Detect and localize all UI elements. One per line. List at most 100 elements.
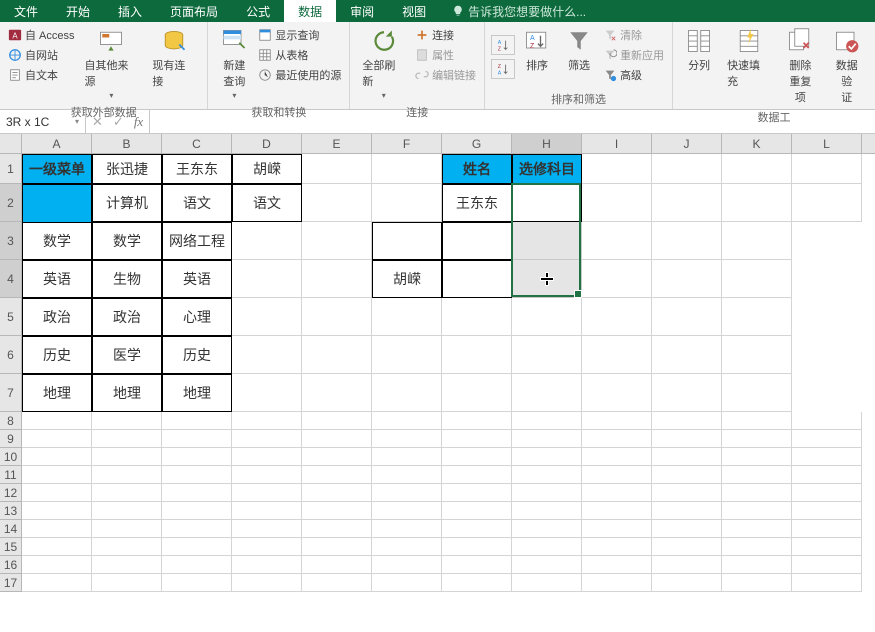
cell-I6[interactable] (512, 336, 582, 374)
cell-K15[interactable] (722, 538, 792, 556)
cell-B10[interactable] (92, 448, 162, 466)
cell-H1[interactable]: 选修科目 (512, 154, 582, 184)
row-header-1[interactable]: 1 (0, 154, 22, 184)
cell-K7[interactable] (652, 374, 722, 412)
cell-A15[interactable] (22, 538, 92, 556)
row-header-6[interactable]: 6 (0, 336, 22, 374)
cell-F12[interactable] (372, 484, 442, 502)
cell-K8[interactable] (722, 412, 792, 430)
cell-E9[interactable] (302, 430, 372, 448)
column-header-C[interactable]: C (162, 134, 232, 153)
cell-C16[interactable] (162, 556, 232, 574)
cell-E16[interactable] (302, 556, 372, 574)
cell-L11[interactable] (792, 466, 862, 484)
cell-F14[interactable] (372, 520, 442, 538)
cell-K5[interactable] (652, 298, 722, 336)
cell-J17[interactable] (652, 574, 722, 592)
cell-I17[interactable] (582, 574, 652, 592)
cell-D12[interactable] (232, 484, 302, 502)
cell-I2[interactable] (582, 184, 652, 222)
cell-D10[interactable] (232, 448, 302, 466)
column-header-K[interactable]: K (722, 134, 792, 153)
cell-H14[interactable] (512, 520, 582, 538)
tab-review[interactable]: 审阅 (336, 0, 388, 22)
cell-E3[interactable] (232, 222, 302, 260)
cell-I9[interactable] (582, 430, 652, 448)
cell-L16[interactable] (792, 556, 862, 574)
cell-B16[interactable] (92, 556, 162, 574)
cell-B15[interactable] (92, 538, 162, 556)
cell-G5[interactable] (372, 298, 442, 336)
cell-D16[interactable] (232, 556, 302, 574)
cell-D9[interactable] (232, 430, 302, 448)
cell-F5[interactable] (302, 298, 372, 336)
cell-J12[interactable] (652, 484, 722, 502)
cell-J9[interactable] (652, 430, 722, 448)
cell-C3[interactable]: 数学 (92, 222, 162, 260)
cell-C6[interactable]: 医学 (92, 336, 162, 374)
cell-H15[interactable] (512, 538, 582, 556)
cell-H11[interactable] (512, 466, 582, 484)
data-validation-button[interactable]: 数据验 证 (825, 25, 869, 107)
enter-formula-button[interactable]: ✓ (113, 114, 124, 130)
cell-H10[interactable] (512, 448, 582, 466)
cell-F10[interactable] (372, 448, 442, 466)
cell-F15[interactable] (372, 538, 442, 556)
cell-E6[interactable] (232, 336, 302, 374)
cell-L8[interactable] (792, 412, 862, 430)
cell-J1[interactable] (652, 154, 722, 184)
cell-I12[interactable] (582, 484, 652, 502)
cell-B13[interactable] (92, 502, 162, 520)
cell-G8[interactable] (442, 412, 512, 430)
cell-E8[interactable] (302, 412, 372, 430)
cell-G10[interactable] (442, 448, 512, 466)
cell-A16[interactable] (22, 556, 92, 574)
from-other-sources-button[interactable]: 自其他来源 ▾ (79, 25, 145, 102)
tab-file[interactable]: 文件 (0, 0, 52, 22)
from-access-button[interactable]: A 自 Access (6, 25, 77, 45)
cell-L3[interactable] (722, 222, 792, 260)
cell-L4[interactable] (722, 260, 792, 298)
cell-F17[interactable] (372, 574, 442, 592)
cell-C17[interactable] (162, 574, 232, 592)
cell-J16[interactable] (652, 556, 722, 574)
cell-I16[interactable] (582, 556, 652, 574)
cell-I1[interactable] (582, 154, 652, 184)
cell-J15[interactable] (652, 538, 722, 556)
cell-L14[interactable] (792, 520, 862, 538)
cell-D14[interactable] (232, 520, 302, 538)
cell-C8[interactable] (162, 412, 232, 430)
cell-H2[interactable] (512, 184, 582, 222)
cell-I5[interactable] (512, 298, 582, 336)
row-header-13[interactable]: 13 (0, 502, 22, 520)
cell-G15[interactable] (442, 538, 512, 556)
cell-F8[interactable] (372, 412, 442, 430)
cell-L15[interactable] (792, 538, 862, 556)
cell-L7[interactable] (722, 374, 792, 412)
cell-J5[interactable] (582, 298, 652, 336)
row-header-11[interactable]: 11 (0, 466, 22, 484)
cell-A9[interactable] (22, 430, 92, 448)
column-header-L[interactable]: L (792, 134, 862, 153)
cell-F13[interactable] (372, 502, 442, 520)
cell-D8[interactable] (232, 412, 302, 430)
from-text-button[interactable]: 自文本 (6, 65, 77, 85)
existing-connections-button[interactable]: 现有连接 (146, 25, 201, 102)
filter-button[interactable]: 筛选 (559, 25, 599, 89)
cell-K4[interactable] (652, 260, 722, 298)
cell-D17[interactable] (232, 574, 302, 592)
edit-links-button[interactable]: 编辑链接 (413, 65, 478, 85)
cell-B5[interactable]: 政治 (22, 298, 92, 336)
sort-asc-button[interactable]: AZ (491, 35, 515, 55)
cell-D7[interactable]: 地理 (162, 374, 232, 412)
cell-E4[interactable] (232, 260, 302, 298)
cell-K16[interactable] (722, 556, 792, 574)
refresh-all-button[interactable]: 全部刷新 ▾ (356, 25, 411, 102)
cell-H3[interactable] (442, 222, 512, 260)
cell-G3[interactable] (372, 222, 442, 260)
sort-button[interactable]: AZ 排序 (517, 25, 557, 89)
cell-C12[interactable] (162, 484, 232, 502)
cell-G7[interactable] (372, 374, 442, 412)
cell-H8[interactable] (512, 412, 582, 430)
row-header-10[interactable]: 10 (0, 448, 22, 466)
